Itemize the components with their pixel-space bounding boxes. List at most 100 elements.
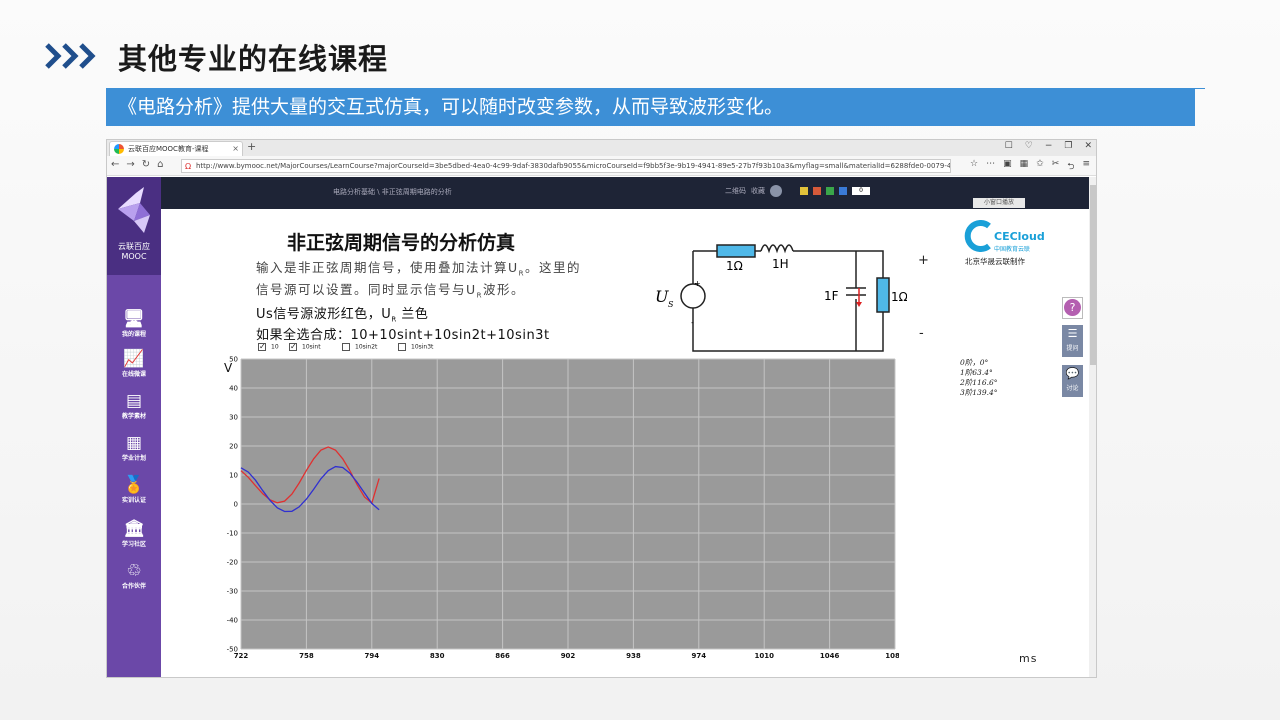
scissors-icon[interactable]: ✂	[1052, 159, 1060, 175]
c1-label: 1F	[824, 289, 839, 303]
phase-item: 3阶139.4°	[960, 388, 998, 397]
menu-icon[interactable]: ≡	[1082, 159, 1090, 175]
discuss-label: 讨论	[1066, 385, 1079, 392]
discuss-button[interactable]: 💬 讨论	[1062, 365, 1083, 397]
checkbox-10sint[interactable]: ✓ 10sint	[289, 343, 321, 351]
l1-label: 1H	[772, 257, 789, 271]
weibo-icon[interactable]	[813, 187, 821, 195]
checkbox-box[interactable]	[398, 343, 406, 351]
breadcrumb[interactable]: 电路分析基础 \ 非正弦周期电路的分析	[333, 187, 452, 197]
screen-icon[interactable]: ▣	[1003, 159, 1012, 175]
y-tick-label: -30	[227, 588, 238, 596]
ask-button[interactable]: ☰ 提问	[1062, 325, 1083, 357]
legend-text: 兰色	[396, 307, 429, 322]
list-icon: ▤	[125, 391, 143, 411]
cecloud-sub: 中国教育云联	[994, 246, 1031, 253]
browser-tab[interactable]: 云联百应MOOC教育-课程 ×	[109, 141, 243, 156]
x-tick-label: 938	[626, 652, 641, 658]
site-sidebar: 云联百应MOOC 🖥 我的课程 📈 在线微课 ▤ 教学素材 ▦ 学业计划 🏅 实训认证 🏛…	[107, 177, 161, 677]
site-topbar: 电路分析基础 \ 非正弦周期电路的分析 二维码 收藏 0	[161, 177, 1089, 209]
y-tick-label: -50	[227, 646, 238, 654]
qq-icon[interactable]	[839, 187, 847, 195]
building-icon: 🏛	[123, 519, 145, 539]
sim-description: 输入是非正弦周期信号，使用叠加法计算UR。这里的 信号源可以设置。同时显示信号与…	[256, 260, 626, 303]
output-minus: -	[919, 326, 924, 341]
sidebar-item-label: 教学素材	[121, 413, 146, 420]
sidebar-item-label: 我的课程	[121, 331, 146, 338]
checkbox-box[interactable]: ✓	[258, 343, 266, 351]
y-tick-label: -40	[227, 617, 238, 625]
wechat-icon[interactable]	[826, 187, 834, 195]
restore-button[interactable]: ❐	[1064, 141, 1072, 151]
browser-logo-icon	[114, 144, 124, 154]
brand-logo[interactable]: 云联百应MOOC	[107, 177, 161, 275]
y-tick-label: -10	[227, 530, 238, 538]
checkbox-box[interactable]	[342, 343, 350, 351]
checkbox-label: 10sin3t	[411, 343, 434, 351]
help-icon: ?	[1064, 299, 1081, 316]
sidebar-toggle-icon[interactable]: ☐	[1005, 141, 1013, 151]
y-tick-label: 30	[229, 414, 238, 422]
share-icon[interactable]	[800, 187, 808, 195]
formula-line: 如果全选合成：10+10sint+10sin2t+10sin3t	[256, 328, 550, 343]
undo-icon[interactable]: ⮌	[1067, 159, 1074, 175]
y-tick-label: 0	[234, 501, 238, 509]
sidebar-item-certification[interactable]: 🏅 实训认证	[107, 475, 161, 504]
sidebar-item-plan[interactable]: ▦ 学业计划	[107, 433, 161, 462]
favorite-link[interactable]: 收藏	[751, 186, 765, 196]
phase-item: 1阶63.4°	[960, 368, 993, 377]
url-input[interactable]: Ω http://www.bymooc.net/MajorCourses/Lea…	[181, 159, 951, 173]
checkbox-10sin2t[interactable]: 10sin2t	[342, 343, 377, 351]
reload-button[interactable]: ↻	[142, 159, 150, 170]
favorite-icon[interactable]: ♡	[1025, 141, 1033, 151]
checkbox-box[interactable]: ✓	[289, 343, 297, 351]
more-icon[interactable]: ⋯	[986, 159, 995, 175]
cecloud-name: CECloud	[994, 230, 1045, 243]
desc-text: 。这里的	[525, 260, 582, 275]
source-plus: +	[694, 279, 701, 288]
favorites-icon[interactable]: ✩	[1036, 159, 1044, 175]
avatar[interactable]	[770, 185, 782, 197]
apps-icon[interactable]: ▦	[1020, 159, 1029, 175]
help-button[interactable]: ?	[1062, 297, 1083, 319]
bookmark-star-icon[interactable]: ☆	[970, 159, 978, 175]
sidebar-item-label: 学业计划	[121, 455, 146, 462]
forward-button[interactable]: →	[126, 159, 134, 170]
minimize-button[interactable]: −	[1045, 141, 1053, 151]
home-button[interactable]: ⌂	[157, 159, 163, 170]
x-tick-label: 830	[430, 652, 445, 658]
brand-name: 云联百应MOOC	[118, 242, 150, 261]
small-window-button[interactable]: 小窗口播放	[973, 198, 1025, 208]
window-controls: ☐ ♡ − ❐ ✕	[1005, 141, 1092, 151]
scrollbar-thumb[interactable]	[1090, 185, 1096, 365]
site-security-icon: Ω	[185, 162, 192, 171]
sidebar-item-materials[interactable]: ▤ 教学素材	[107, 391, 161, 420]
waveform-svg: 7227587948308669029389741010104610825040…	[224, 356, 905, 661]
x-tick-label: 974	[691, 652, 706, 658]
sidebar-item-community[interactable]: 🏛 学习社区	[107, 519, 161, 548]
page-scrollbar[interactable]	[1089, 177, 1096, 677]
close-button[interactable]: ✕	[1084, 141, 1092, 151]
new-tab-button[interactable]: +	[247, 140, 256, 153]
waveform-chart: 7227587948308669029389741010104610825040…	[219, 352, 905, 662]
back-button[interactable]: ←	[111, 159, 119, 170]
checkbox-label: 10sint	[302, 343, 321, 351]
checkbox-10[interactable]: ✓ 10	[258, 343, 279, 351]
checkbox-label: 10	[271, 343, 279, 351]
calendar-icon: ▦	[125, 433, 143, 453]
tab-close-icon[interactable]: ×	[232, 142, 239, 156]
legend-text: Us信号源波形红色，U	[256, 307, 392, 322]
checkbox-10sin3t[interactable]: 10sin3t	[398, 343, 433, 351]
sidebar-item-micro-courses[interactable]: 📈 在线微课	[107, 349, 161, 378]
slide: 其他专业的在线课程 《电路分析》提供大量的交互式仿真，可以随时改变参数，从而导致…	[0, 0, 1280, 720]
cecloud-logo: CECloud 中国教育云联 北京华晟云联制作	[962, 220, 1045, 266]
desc-text: 信号源可以设置。同时显示信号与U	[256, 281, 477, 297]
sim-title: 非正弦周期信号的分析仿真	[287, 232, 516, 254]
sidebar-item-partners[interactable]: ♲ 合作伙伴	[107, 561, 161, 590]
qrcode-link[interactable]: 二维码	[725, 186, 746, 196]
sidebar-item-label: 在线微课	[121, 371, 146, 378]
r2-label: 1Ω	[891, 290, 907, 304]
sidebar-item-my-courses[interactable]: 🖥 我的课程	[107, 309, 161, 338]
tab-bar: 云联百应MOOC教育-课程 × + ☐ ♡ − ❐ ✕	[107, 140, 1096, 156]
nav-buttons: ← → ↻ ⌂	[111, 159, 164, 170]
